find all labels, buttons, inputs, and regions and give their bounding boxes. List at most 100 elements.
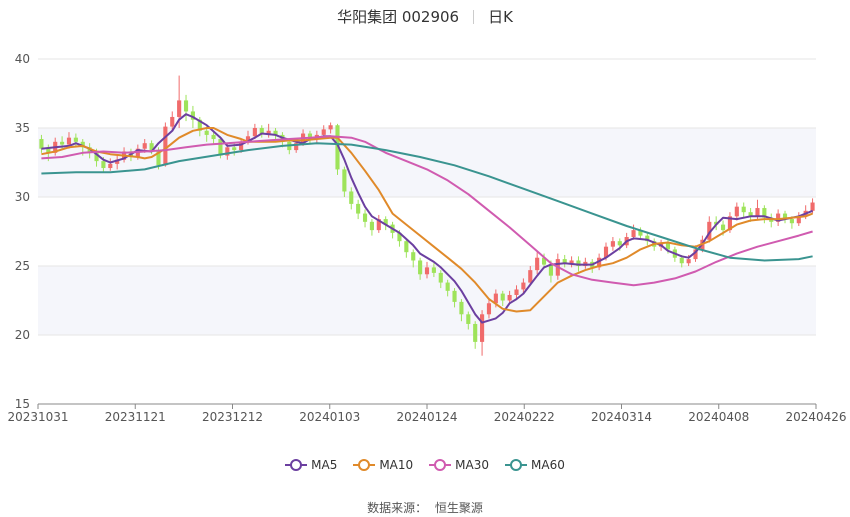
legend-label: MA10	[379, 458, 414, 472]
candle-body	[755, 208, 760, 217]
candle-body	[321, 129, 326, 135]
candle	[762, 205, 767, 224]
candle-body	[183, 100, 189, 112]
candle	[163, 122, 168, 167]
candle-body	[741, 206, 746, 213]
source-label: 数据来源：	[367, 501, 428, 515]
y-tick-label: 25	[15, 259, 30, 273]
legend-item-ma30[interactable]: MA30	[429, 458, 489, 472]
y-tick-label: 40	[15, 52, 30, 66]
candle-body	[328, 125, 333, 130]
candle-body	[60, 141, 65, 145]
candle-body	[720, 224, 726, 231]
candle-body	[404, 241, 409, 253]
candle-body	[232, 147, 237, 151]
candle	[734, 202, 739, 221]
legend-item-ma60[interactable]: MA60	[505, 458, 565, 472]
x-tick-label: 20231031	[7, 410, 68, 424]
candle-body	[204, 130, 209, 135]
candle-body	[734, 206, 739, 217]
candle-body	[252, 128, 257, 137]
candle	[610, 237, 615, 251]
candle	[796, 212, 801, 226]
title-divider	[473, 10, 475, 24]
candle-body	[459, 301, 464, 315]
candle	[473, 321, 478, 349]
y-tick-label: 15	[15, 397, 30, 411]
x-tick-label: 20240408	[688, 410, 749, 424]
candle-body	[369, 221, 374, 231]
x-tick-label: 20240426	[785, 410, 846, 424]
legend-label: MA5	[311, 458, 338, 472]
data-source: 数据来源： 恒生聚源	[0, 499, 850, 516]
candle-body	[362, 213, 368, 222]
candle-body	[789, 219, 794, 224]
period-label: 日K	[488, 8, 513, 26]
candle	[362, 209, 368, 228]
x-tick-label: 20231121	[105, 410, 166, 424]
candle-body	[39, 139, 44, 149]
candle-body	[424, 267, 430, 275]
candle-body	[431, 267, 436, 273]
legend-marker-icon	[353, 459, 376, 471]
candle-body	[142, 143, 147, 149]
candle-body	[170, 116, 175, 127]
candle-body	[342, 169, 347, 192]
chart-title: 华阳集团 002906 日K	[0, 6, 850, 27]
x-tick-label: 20231212	[202, 410, 263, 424]
stock-name: 华阳集团 002906	[337, 8, 460, 26]
candle-body	[548, 264, 553, 276]
legend-marker-icon	[429, 459, 452, 471]
candle	[183, 94, 189, 122]
candle-body	[418, 260, 423, 275]
candle-body	[66, 137, 72, 145]
candle	[411, 249, 416, 268]
kline-chart: 15 20 25 30 35 40 20231031 20231121 20231212 202…	[7, 52, 846, 424]
candle-body	[411, 252, 416, 261]
candle-body	[452, 290, 457, 302]
background-band	[38, 128, 816, 197]
legend-marker-icon	[505, 459, 528, 471]
y-tick-label: 30	[15, 190, 30, 204]
candle-body	[514, 289, 519, 295]
candle-body	[486, 303, 492, 315]
candle	[376, 214, 381, 233]
candle-body	[473, 323, 478, 342]
x-tick-label: 20240314	[591, 410, 652, 424]
candle-body	[163, 126, 168, 166]
candle-body	[631, 230, 636, 238]
candle-body	[528, 270, 533, 283]
candle-body	[617, 241, 622, 246]
legend-label: MA30	[455, 458, 490, 472]
candle-body	[500, 293, 505, 301]
candle-body	[535, 257, 540, 271]
legend-item-ma10[interactable]: MA10	[353, 458, 413, 472]
candle	[776, 209, 781, 226]
legend-item-ma5[interactable]: MA5	[285, 458, 337, 472]
legend: MA5 MA10 MA30 MA60	[0, 458, 850, 472]
candle-body	[438, 272, 443, 283]
x-tick-label: 20240222	[494, 410, 555, 424]
candle-body	[349, 191, 354, 204]
candle	[741, 202, 746, 218]
candle	[782, 210, 788, 224]
source-value: 恒生聚源	[434, 501, 483, 515]
candle-body	[679, 257, 684, 264]
candle-body	[218, 139, 223, 156]
candle-body	[73, 137, 78, 142]
candle-body	[610, 241, 615, 247]
candle-body	[177, 100, 182, 117]
legend-marker-icon	[285, 459, 308, 471]
candle	[369, 219, 374, 236]
candle-body	[445, 282, 450, 291]
candle-body	[466, 314, 471, 324]
y-tick-label: 35	[15, 121, 30, 135]
y-tick-label: 20	[15, 328, 30, 342]
x-tick-label: 20240124	[396, 410, 457, 424]
candle	[356, 199, 361, 220]
legend-label: MA60	[531, 458, 565, 472]
candle-body	[521, 282, 526, 290]
candle	[769, 213, 774, 228]
candle-body	[810, 202, 815, 211]
candle-body	[686, 259, 691, 264]
